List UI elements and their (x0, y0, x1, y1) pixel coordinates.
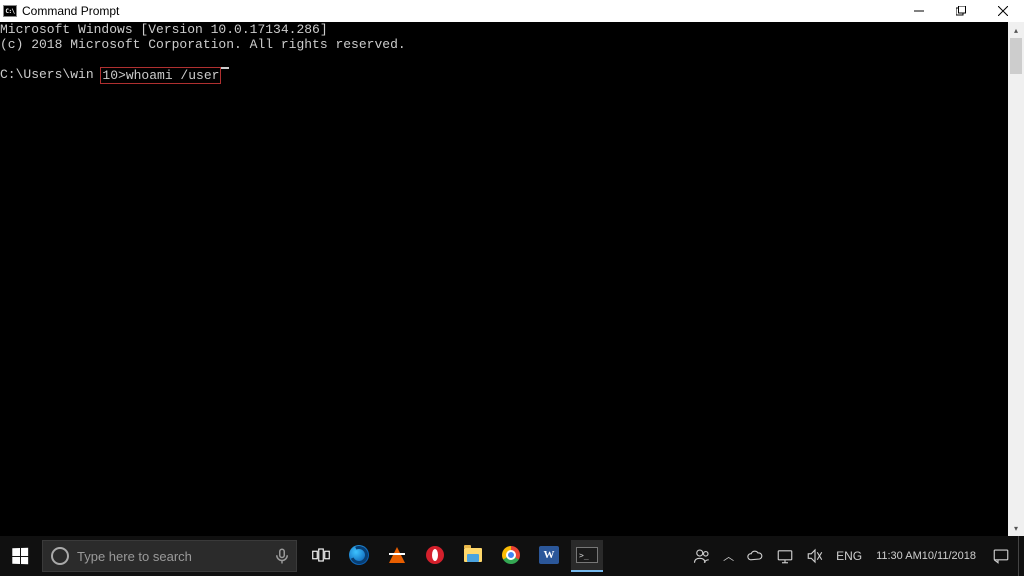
chrome-icon (502, 546, 520, 564)
vlc-icon (389, 547, 405, 563)
scroll-thumb[interactable] (1010, 38, 1022, 74)
edge-browser-button[interactable] (343, 540, 375, 572)
scroll-down-button[interactable]: ▾ (1008, 520, 1024, 536)
maximize-button[interactable] (940, 0, 982, 22)
cmd-prompt-icon: C:\ (3, 5, 17, 17)
vlc-button[interactable] (381, 540, 413, 572)
opera-icon (426, 546, 444, 564)
folder-icon (464, 548, 482, 562)
file-explorer-button[interactable] (457, 540, 489, 572)
action-center-button[interactable] (984, 536, 1018, 576)
people-icon[interactable] (687, 536, 717, 576)
scroll-up-button[interactable]: ▴ (1008, 22, 1024, 38)
highlighted-command: 10>whoami /user (100, 67, 221, 84)
word-button[interactable]: W (533, 540, 565, 572)
opera-button[interactable] (419, 540, 451, 572)
clock-date: 10/11/2018 (922, 550, 976, 562)
network-tray-icon[interactable] (770, 536, 800, 576)
text-cursor (221, 67, 229, 69)
window-title: Command Prompt (20, 0, 898, 22)
terminal-output[interactable]: Microsoft Windows [Version 10.0.17134.28… (0, 22, 1008, 536)
language-indicator[interactable]: ENG (830, 536, 868, 576)
vertical-scrollbar[interactable]: ▴ ▾ (1008, 22, 1024, 536)
cortana-circle-icon (51, 547, 69, 565)
cmd-taskbar-icon: >_ (576, 547, 598, 563)
chrome-button[interactable] (495, 540, 527, 572)
taskbar: Type here to search W >_ ︿ ENG 11: (0, 536, 1024, 576)
window-icon: C:\ (0, 0, 20, 22)
window-controls (898, 0, 1024, 22)
taskbar-search[interactable]: Type here to search (42, 540, 297, 572)
banner-line: Microsoft Windows [Version 10.0.17134.28… (0, 22, 1008, 37)
taskbar-pinned-apps: W >_ (305, 536, 603, 576)
onedrive-tray-icon[interactable] (740, 536, 770, 576)
prompt-prefix: C:\Users\win (0, 67, 101, 84)
volume-tray-icon[interactable] (800, 536, 830, 576)
minimize-button[interactable] (898, 0, 940, 22)
task-view-button[interactable] (305, 540, 337, 572)
prompt-line: C:\Users\win 10>whoami /user (0, 67, 1008, 84)
edge-icon (349, 545, 369, 565)
window-titlebar: C:\ Command Prompt (0, 0, 1024, 22)
windows-logo-icon (12, 548, 28, 564)
word-icon: W (539, 546, 559, 564)
tray-overflow-button[interactable]: ︿ (717, 536, 740, 576)
system-tray: ︿ ENG 11:30 AM 10/11/2018 (687, 536, 1024, 576)
search-placeholder: Type here to search (77, 549, 268, 564)
clock-time: 11:30 AM (876, 550, 922, 562)
command-prompt-taskbar-button[interactable]: >_ (571, 540, 603, 572)
banner-line: (c) 2018 Microsoft Corporation. All righ… (0, 37, 1008, 52)
microphone-icon[interactable] (268, 547, 296, 565)
start-button[interactable] (0, 536, 40, 576)
close-button[interactable] (982, 0, 1024, 22)
show-desktop-button[interactable] (1018, 536, 1024, 576)
clock[interactable]: 11:30 AM 10/11/2018 (868, 536, 984, 576)
